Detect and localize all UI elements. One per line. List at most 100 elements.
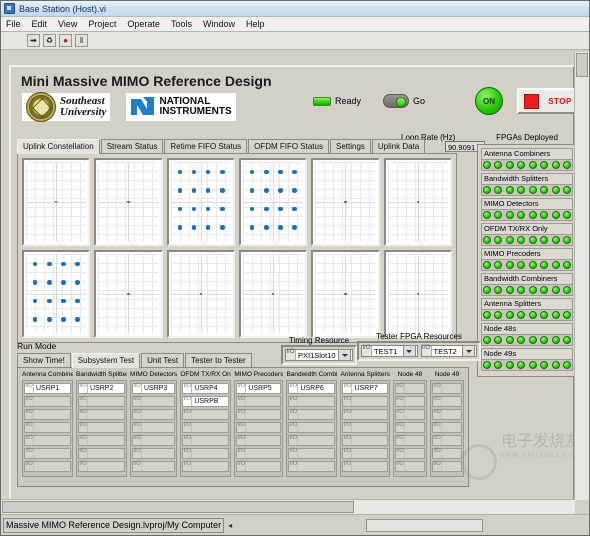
tab-ofdm-fifo-status[interactable]: OFDM FIFO Status [248,139,329,153]
menu-project[interactable]: Project [88,19,116,29]
resource-field[interactable]: I/O [288,422,336,433]
resource-field[interactable]: I/O [132,396,176,407]
resource-field[interactable]: I/O [182,448,230,459]
resource-field[interactable]: I/O [236,435,282,446]
menu-operate[interactable]: Operate [127,19,160,29]
resource-field[interactable]: I/O [342,396,388,407]
resource-field[interactable]: I/O [78,396,125,407]
resource-field[interactable]: I/O [132,409,176,420]
tester-fpga-select-2[interactable]: I/O TEST2 [420,345,477,357]
resource-field[interactable]: I/O [394,383,425,394]
resource-field[interactable]: I/O [431,422,462,433]
resource-field[interactable]: I/O USRP4 [182,383,230,394]
vertical-scrollbar-thumb[interactable] [576,53,588,77]
resource-field[interactable]: I/O [182,461,230,472]
menu-bar[interactable]: File Edit View Project Operate Tools Window Hel… [1,17,589,32]
vertical-scrollbar[interactable] [574,52,589,500]
resource-field[interactable]: I/O [78,422,125,433]
run-mode-tab-subsystem-test[interactable]: Subsystem Test [71,353,141,368]
resource-field[interactable]: I/O USRP3 [132,383,176,394]
constellation-plot-8[interactable] [94,250,163,338]
resource-field[interactable]: I/O [236,461,282,472]
resource-field[interactable]: I/O [24,422,71,433]
horizontal-scrollbar[interactable] [1,499,575,514]
resource-field[interactable]: I/O [342,461,388,472]
resource-field[interactable]: I/O [78,409,125,420]
resource-field[interactable]: I/O [288,448,336,459]
tester-fpga-select-1[interactable]: I/O TEST1 [361,345,418,357]
resource-field[interactable]: I/O [132,448,176,459]
resource-field[interactable]: I/O [394,435,425,446]
resource-field[interactable]: I/O [132,461,176,472]
resource-field[interactable]: I/O [431,396,462,407]
resource-field[interactable]: I/O [431,383,462,394]
resource-field[interactable]: I/O [394,422,425,433]
pause-button[interactable]: ‖ [75,34,88,47]
run-mode-tab-unit-test[interactable]: Unit Test [141,353,185,367]
resource-field[interactable]: I/O USRP2 [78,383,125,394]
resource-field[interactable]: I/O [182,409,230,420]
resource-field[interactable]: I/O [342,448,388,459]
resource-field[interactable]: I/O USRP6 [288,383,336,394]
menu-file[interactable]: File [6,19,21,29]
resource-field[interactable]: I/O [431,448,462,459]
abort-button[interactable]: ● [59,34,72,47]
constellation-plot-3[interactable] [166,158,235,246]
constellation-plot-12[interactable] [383,250,452,338]
constellation-plot-2[interactable] [94,158,163,246]
tab-settings[interactable]: Settings [329,139,371,153]
tab-retime-fifo-status[interactable]: Retime FIFO Status [164,139,248,153]
resource-field[interactable]: I/O [236,448,282,459]
constellation-plot-5[interactable] [311,158,380,246]
resource-field[interactable]: I/O [24,448,71,459]
resource-field[interactable]: I/O [236,409,282,420]
go-toggle-switch[interactable] [383,94,410,108]
tab-uplink-data[interactable]: Uplink Data [371,139,426,153]
resource-field[interactable]: I/O [132,422,176,433]
run-continuously-button[interactable]: ♻ [43,34,56,47]
constellation-plot-1[interactable] [22,158,91,246]
resource-field[interactable]: I/O USRP5 [236,383,282,394]
resource-field[interactable]: I/O [288,435,336,446]
resource-field[interactable]: I/O USRPB [182,396,230,407]
run-button[interactable]: ➡ [27,34,40,47]
constellation-plot-9[interactable] [166,250,235,338]
resource-field[interactable]: I/O [78,435,125,446]
resource-field[interactable]: I/O USRP7 [342,383,388,394]
resource-field[interactable]: I/O [24,409,71,420]
constellation-plot-11[interactable] [311,250,380,338]
resource-field[interactable]: I/O [24,461,71,472]
resource-field[interactable]: I/O [78,448,125,459]
resource-field[interactable]: I/O [182,422,230,433]
resource-field[interactable]: I/O [24,396,71,407]
resource-field[interactable]: I/O [431,435,462,446]
timing-resource-select[interactable]: I/O PXI1Slot10 [285,349,353,361]
chevron-down-icon[interactable] [338,349,351,361]
resource-field[interactable]: I/O [24,435,71,446]
resource-field[interactable]: I/O USRP1 [24,383,71,394]
chevron-down-icon[interactable] [462,345,475,357]
menu-help[interactable]: Help [246,19,265,29]
constellation-plot-7[interactable] [22,250,91,338]
constellation-plot-4[interactable] [239,158,308,246]
resource-field[interactable]: I/O [236,422,282,433]
resource-field[interactable]: I/O [182,435,230,446]
resource-field[interactable]: I/O [288,396,336,407]
menu-edit[interactable]: Edit [32,19,48,29]
constellation-plot-10[interactable] [239,250,308,338]
horizontal-scrollbar-thumb[interactable] [2,501,354,513]
resource-field[interactable]: I/O [342,409,388,420]
resource-field[interactable]: I/O [288,409,336,420]
resource-field[interactable]: I/O [288,461,336,472]
chevron-down-icon[interactable] [402,345,416,357]
run-mode-tab-show-time-[interactable]: Show Time! [17,353,71,367]
tab-uplink-constellation[interactable]: Uplink Constellation [17,139,100,154]
resource-field[interactable]: I/O [394,448,425,459]
resource-field[interactable]: I/O [342,422,388,433]
menu-window[interactable]: Window [203,19,235,29]
menu-tools[interactable]: Tools [171,19,192,29]
resource-field[interactable]: I/O [394,409,425,420]
run-mode-tab-tester-to-tester[interactable]: Tester to Tester [185,353,252,367]
resource-field[interactable]: I/O [236,396,282,407]
main-tab-bar[interactable]: Uplink Constellation Stream Status Retime … [17,139,457,154]
